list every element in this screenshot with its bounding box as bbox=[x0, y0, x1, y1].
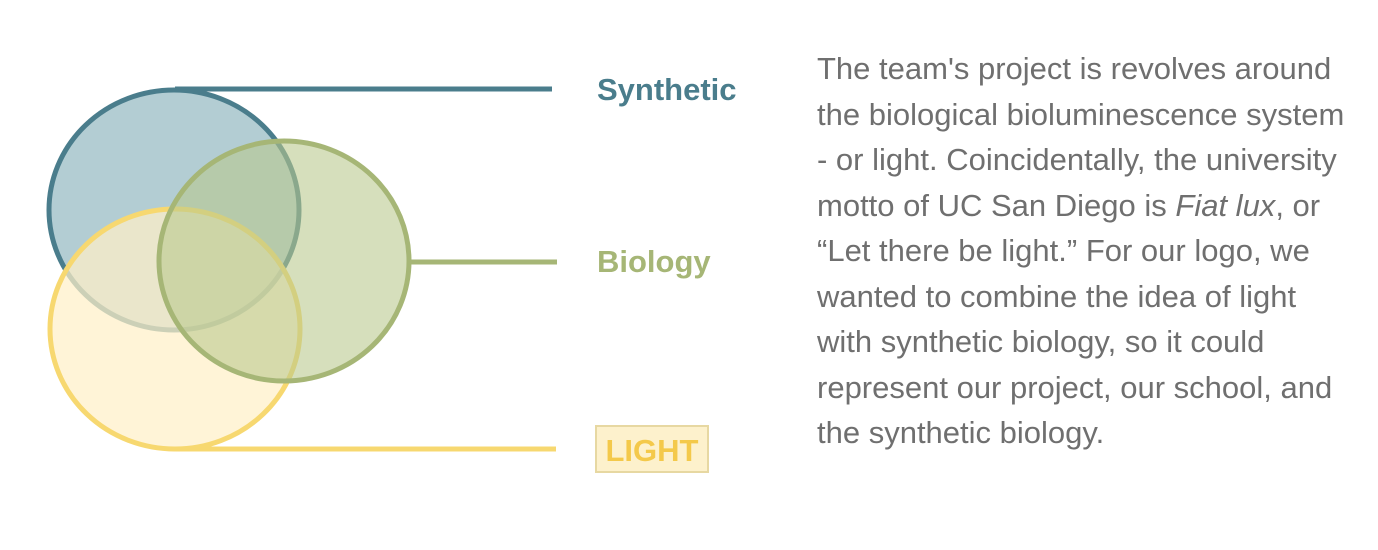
synthetic-label: Synthetic bbox=[597, 72, 737, 107]
biology-circle bbox=[156, 138, 412, 384]
light-label-text: LIGHT bbox=[605, 432, 699, 468]
biology-label: Biology bbox=[597, 244, 711, 279]
project-description: The team's project is revolves around th… bbox=[817, 46, 1357, 456]
light-label: LIGHT bbox=[595, 425, 709, 473]
description-part-2: , or “Let there be light.” For our logo,… bbox=[817, 187, 1333, 451]
university-motto: Fiat lux bbox=[1175, 187, 1276, 223]
